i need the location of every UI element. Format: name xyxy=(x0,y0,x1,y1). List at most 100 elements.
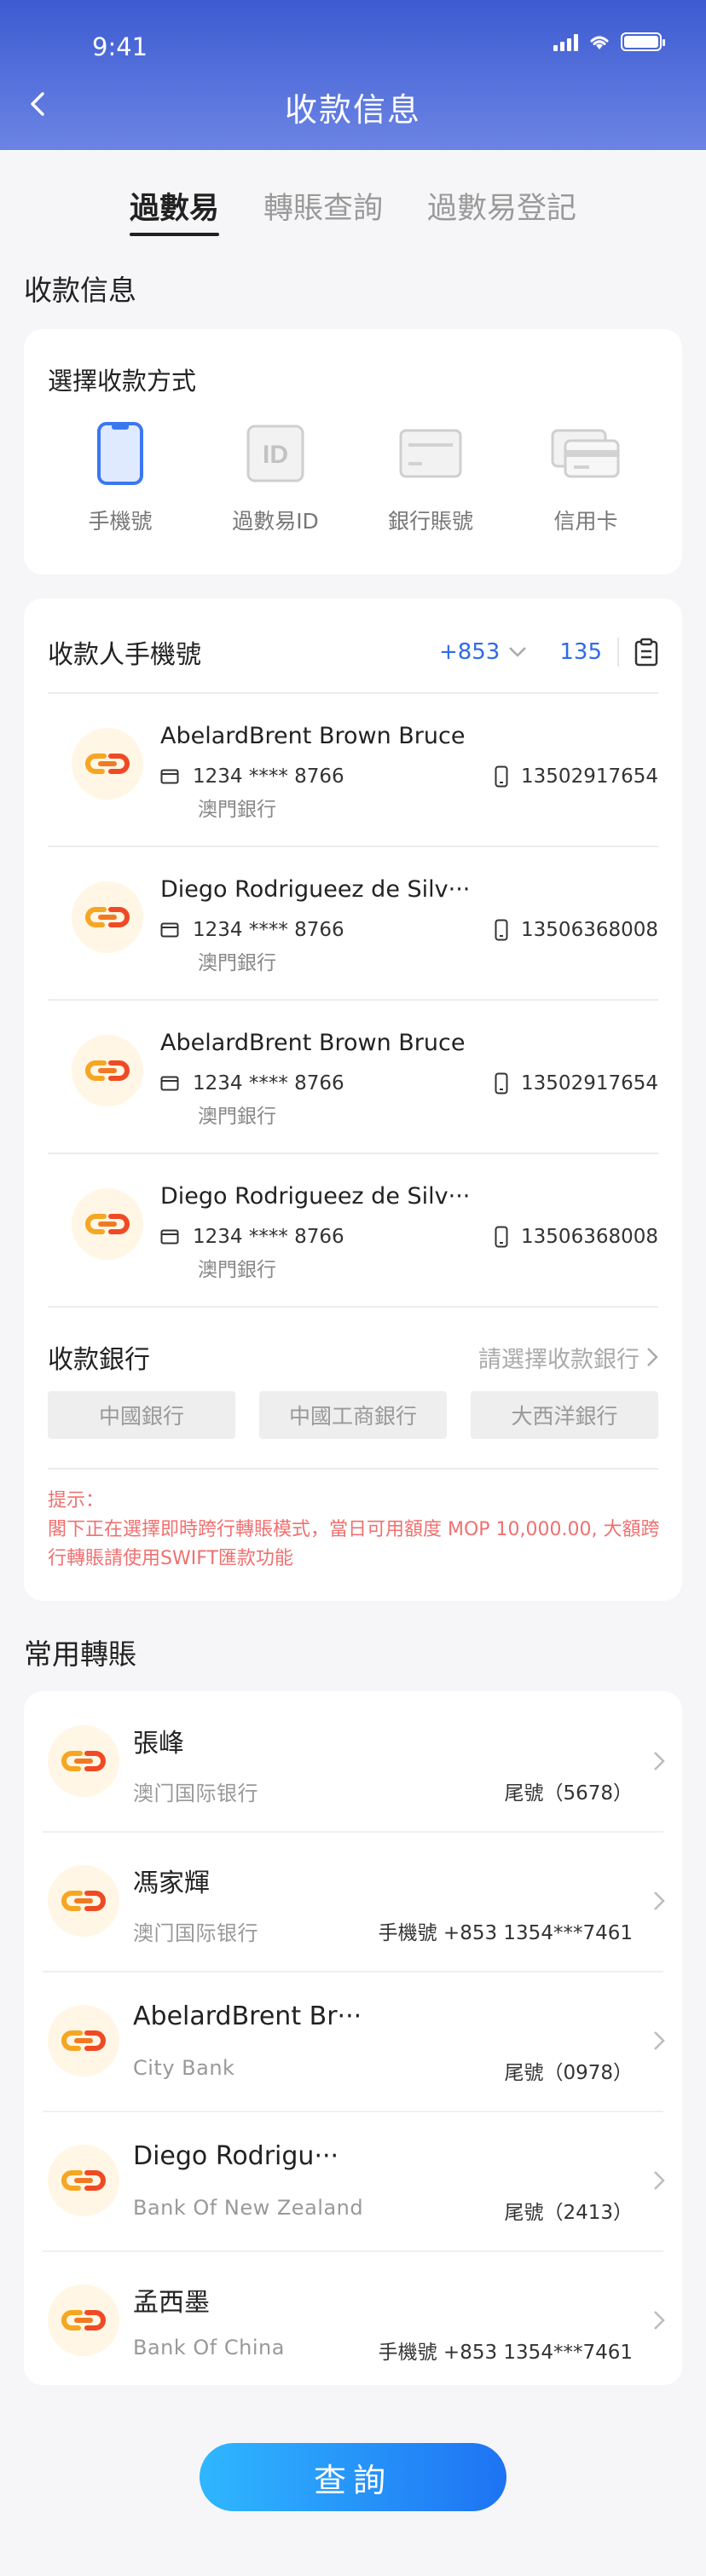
contact-phone: 13506368008 xyxy=(521,919,658,941)
wifi-icon xyxy=(590,36,609,49)
contact-card-number: 1234 **** 8766 xyxy=(193,1072,344,1095)
hint-text: 提示： 閣下正在選擇即時跨行轉賬模式，當日可用額度 MOP 10,000.00,… xyxy=(48,1487,662,1574)
contact-name: AbelardBrent Brown Bruce xyxy=(160,723,466,749)
contact-phone: 13502917654 xyxy=(521,765,658,788)
bank-select[interactable]: 請選擇收款銀行 xyxy=(478,1341,658,1374)
frequent-bank: City Bank xyxy=(133,2056,235,2080)
contact-name: Diego Rodrigueez de Silv··· xyxy=(160,876,471,903)
bank-chip[interactable]: 中國工商銀行 xyxy=(259,1391,447,1439)
frequent-item[interactable]: Diego Rodrigu··· Bank Of New Zealand 尾號（… xyxy=(24,2111,682,2250)
frequent-name: 馮家輝 xyxy=(133,1868,210,1898)
contact-name: AbelardBrent Brown Bruce xyxy=(160,1030,466,1056)
contact-item[interactable]: AbelardBrent Brown Bruce 1234 **** 8766 … xyxy=(48,694,658,846)
receiver-card: 收款人手機號 +853 135 AbelardBrent Brown Bruce… xyxy=(24,598,682,1601)
bank-logo-icon xyxy=(48,2145,119,2216)
frequent-item[interactable]: AbelardBrent Br··· City Bank 尾號（0978） xyxy=(24,1971,682,2111)
credit-card-icon xyxy=(522,421,650,486)
receive-bank-row: 收款銀行 請選擇收款銀行 xyxy=(48,1338,658,1376)
method-label: 手機號 xyxy=(88,509,153,534)
bank-logo-icon xyxy=(72,728,143,800)
frequent-item[interactable]: 馮家輝 澳门国际银行 手機號 +853 1354***7461 xyxy=(24,1831,682,1971)
method-title: 選擇收款方式 xyxy=(48,367,197,396)
method-credit-card[interactable]: 信用卡 xyxy=(522,421,650,535)
bank-chip[interactable]: 大西洋銀行 xyxy=(471,1391,658,1439)
phone-input[interactable]: 135 xyxy=(559,639,602,665)
method-id[interactable]: ID 過數易ID xyxy=(211,421,339,535)
method-card: 選擇收款方式 手機號 ID 過數易ID 銀行賬號 信用卡 xyxy=(24,329,682,575)
bank-chip[interactable]: 中國銀行 xyxy=(48,1391,235,1439)
clipboard-icon[interactable] xyxy=(634,638,658,667)
id-icon: ID xyxy=(211,421,339,486)
chevron-right-icon xyxy=(647,1348,658,1366)
bank-account-icon xyxy=(367,421,495,486)
contact-item[interactable]: Diego Rodrigueez de Silv··· 1234 **** 87… xyxy=(48,1154,658,1306)
bank-logo-icon xyxy=(72,1035,143,1106)
divider xyxy=(48,1468,658,1470)
receiver-phone-label: 收款人手機號 xyxy=(48,640,201,670)
method-label: 信用卡 xyxy=(553,509,618,534)
frequent-detail: 手機號 +853 1354***7461 xyxy=(378,2342,633,2364)
method-phone[interactable]: 手機號 xyxy=(56,421,184,535)
frequent-detail: 尾號（2413） xyxy=(504,2202,633,2224)
bank-logo-icon xyxy=(72,881,143,953)
chevron-down-icon xyxy=(509,647,527,657)
bank-logo-icon xyxy=(48,2005,119,2076)
section-title-frequent: 常用轉賬 xyxy=(24,1637,136,1671)
tab-guoshuyi-register[interactable]: 過數易登記 xyxy=(427,184,576,236)
mobile-icon xyxy=(495,919,508,941)
frequent-bank: 澳门国际银行 xyxy=(133,1921,258,1945)
top-tabs: 過數易 轉賬查詢 過數易登記 xyxy=(0,184,706,236)
method-list: 手機號 ID 過數易ID 銀行賬號 信用卡 xyxy=(24,421,682,535)
query-button[interactable]: 查詢 xyxy=(200,2443,506,2511)
status-icons xyxy=(553,32,665,51)
bank-logo-icon xyxy=(48,1865,119,1937)
page-title: 收款信息 xyxy=(284,91,421,129)
contact-bank: 澳門銀行 xyxy=(198,799,276,821)
contact-item[interactable]: Diego Rodrigueez de Silv··· 1234 **** 87… xyxy=(48,847,658,999)
area-code-select[interactable]: +853 xyxy=(439,639,527,665)
chevron-right-icon xyxy=(654,2031,665,2050)
hint-title: 提示： xyxy=(48,1490,105,1511)
app-header: 9:41 收款信息 xyxy=(0,0,706,150)
status-time: 9:41 xyxy=(92,32,148,61)
receive-bank-label: 收款銀行 xyxy=(48,1345,150,1375)
card-icon xyxy=(160,1229,179,1245)
bank-select-placeholder: 請選擇收款銀行 xyxy=(478,1346,639,1373)
mobile-icon xyxy=(495,1072,508,1095)
divider xyxy=(48,1306,658,1308)
bank-logo-icon xyxy=(72,1188,143,1260)
method-label: 過數易ID xyxy=(232,509,319,534)
contact-phone: 13506368008 xyxy=(521,1226,658,1248)
frequent-card: 張峰 澳门国际银行 尾號（5678） 馮家輝 澳门国际银行 手機號 +853 1… xyxy=(24,1691,682,2385)
svg-text:ID: ID xyxy=(263,441,288,469)
frequent-bank: 澳门国际银行 xyxy=(133,1782,258,1805)
contact-bank: 澳門銀行 xyxy=(198,952,276,974)
bank-logo-icon xyxy=(48,1725,119,1797)
contact-phone: 13502917654 xyxy=(521,1072,658,1095)
contact-card-number: 1234 **** 8766 xyxy=(193,765,344,788)
frequent-item[interactable]: 孟西墨 Bank Of China 手機號 +853 1354***7461 xyxy=(24,2250,682,2390)
frequent-bank: Bank Of China xyxy=(133,2336,285,2359)
mobile-icon xyxy=(495,1226,508,1248)
frequent-item[interactable]: 張峰 澳门国际银行 尾號（5678） xyxy=(24,1691,682,1831)
bank-logo-icon xyxy=(48,2284,119,2356)
battery-icon xyxy=(621,32,665,51)
chevron-right-icon xyxy=(654,1752,665,1770)
receiver-phone-row: 收款人手機號 +853 135 xyxy=(48,631,658,673)
tab-transfer-query[interactable]: 轉賬查詢 xyxy=(263,184,383,236)
card-icon xyxy=(160,1076,179,1091)
contact-item[interactable]: AbelardBrent Brown Bruce 1234 **** 8766 … xyxy=(48,1001,658,1152)
chevron-right-icon xyxy=(654,2311,665,2330)
frequent-name: 孟西墨 xyxy=(133,2288,210,2318)
tab-guoshuyi[interactable]: 過數易 xyxy=(129,184,220,236)
hint-body: 閣下正在選擇即時跨行轉賬模式，當日可用額度 MOP 10,000.00, 大額跨… xyxy=(48,1519,660,1569)
section-title-receive: 收款信息 xyxy=(24,274,136,307)
contact-name: Diego Rodrigueez de Silv··· xyxy=(160,1183,471,1210)
card-icon xyxy=(160,769,179,784)
contact-card-number: 1234 **** 8766 xyxy=(193,1226,344,1248)
method-bank-account[interactable]: 銀行賬號 xyxy=(367,421,495,535)
area-code-value: +853 xyxy=(438,639,501,665)
frequent-bank: Bank Of New Zealand xyxy=(133,2196,364,2220)
signal-icon xyxy=(553,32,578,51)
mobile-icon xyxy=(495,765,508,788)
